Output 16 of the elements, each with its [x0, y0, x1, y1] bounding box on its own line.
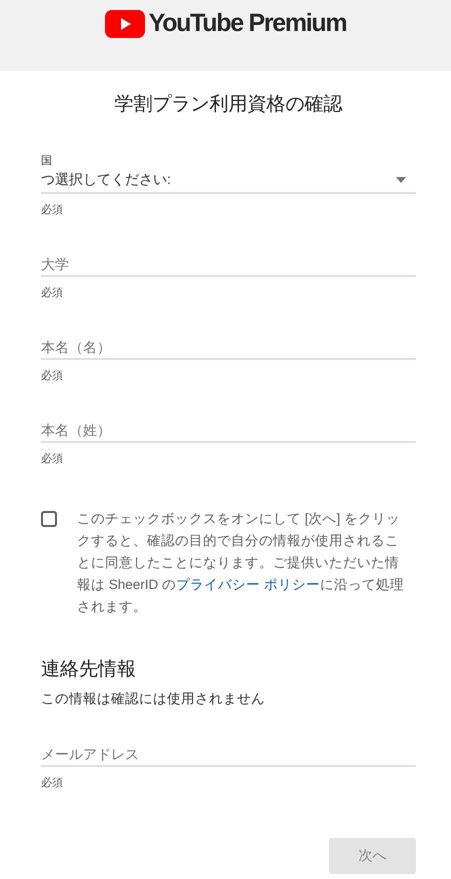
consent-text: このチェックボックスをオンにして [次へ] をクリックすると、確認の目的で自分の情報が使用されることに同意したことになります。ご提供いただいた情報は SheerID のプライバシー ポリシーに沿って処理されます。 — [77, 510, 405, 616]
field-label: 国 — [41, 154, 53, 168]
section-subtitle: この情報は確認には使用されません — [41, 690, 266, 708]
section-heading: 連絡先情報 — [41, 658, 137, 682]
privacy-policy-link[interactable]: プライバシー ポリシー — [176, 577, 320, 592]
helper-text: 必須 — [41, 776, 64, 790]
play-logo-icon — [104, 10, 145, 38]
checkbox[interactable] — [41, 511, 57, 527]
caret-icon — [396, 177, 406, 183]
helper-text: 必須 — [41, 368, 64, 383]
page-title: 学割プラン利用資格の確認 — [114, 93, 344, 117]
country-dropdown[interactable]: つ選択してください: — [41, 168, 416, 194]
helper-text: 必須 — [41, 452, 64, 466]
helper-text: 必須 — [41, 286, 64, 300]
logo-text: YouTube Premium — [148, 9, 346, 38]
helper-text: 必須 — [41, 202, 64, 217]
